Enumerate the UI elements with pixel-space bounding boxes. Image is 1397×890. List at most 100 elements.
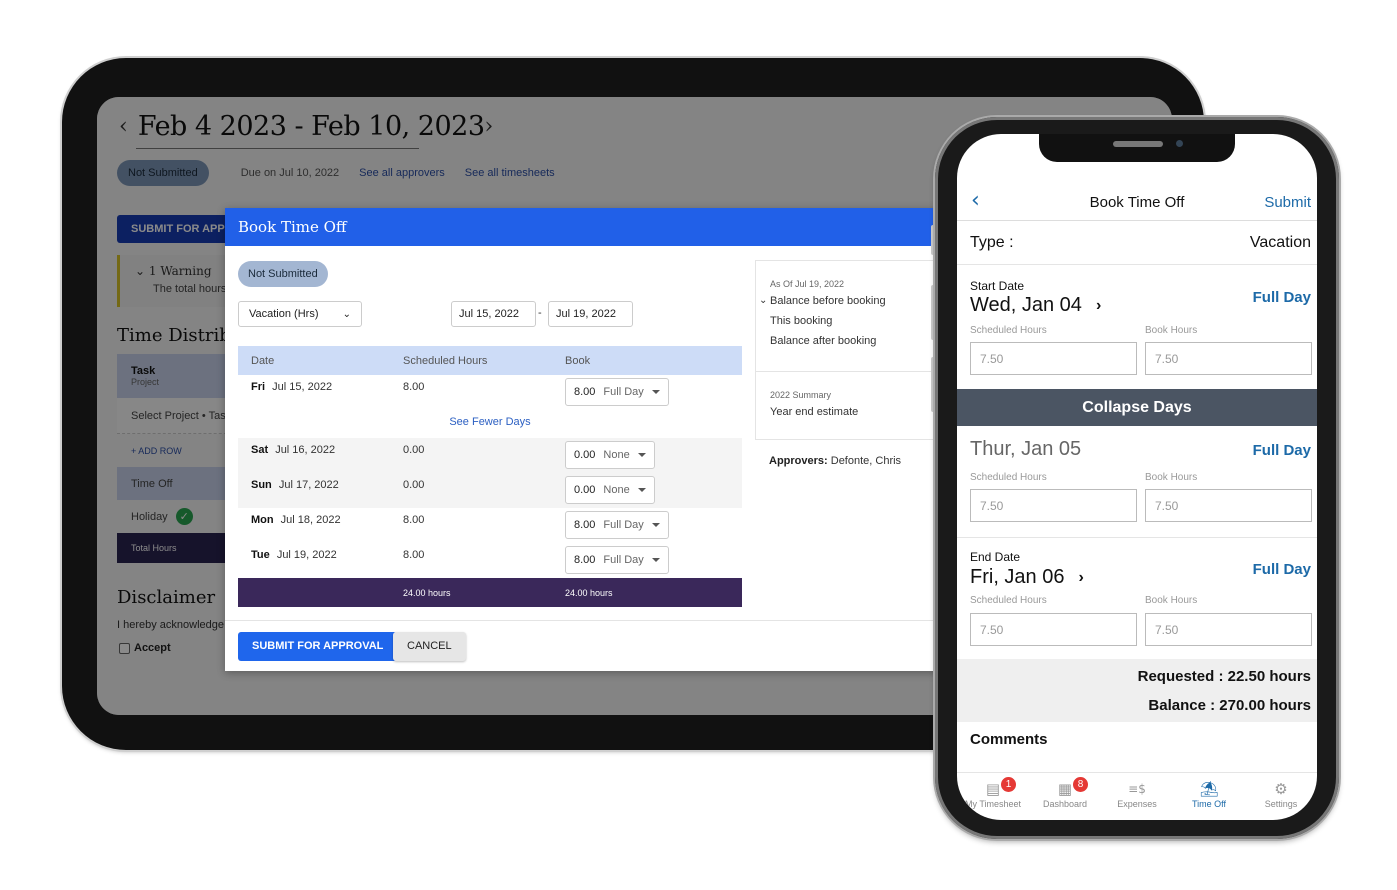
warning-title: 1 Warning (148, 264, 212, 278)
nav-bar: ‹ Book Time Off Submit (957, 176, 1317, 221)
chevron-down-icon: ⌄ (342, 308, 351, 320)
book-hours-input[interactable]: 7.50 (1145, 342, 1312, 375)
screen-title: Book Time Off (1089, 194, 1185, 211)
row-scheduled: 0.00 (403, 444, 425, 456)
cancel-button[interactable]: CANCEL (393, 632, 466, 661)
next-period-icon[interactable]: › (485, 114, 494, 139)
book-hours-dropdown[interactable]: 0.00 None (565, 476, 655, 504)
date-separator: - (538, 307, 542, 319)
see-fewer-days-link[interactable]: See Fewer Days (238, 410, 742, 438)
book-value: 8.00 (574, 386, 596, 398)
disclaimer-text: I hereby acknowledge (117, 619, 225, 631)
status-badge: Not Submitted (117, 160, 209, 186)
type-row[interactable]: Type : Vacation (957, 221, 1317, 265)
year-end-estimate-label: Year end estimate (770, 406, 859, 418)
start-date-input[interactable]: Jul 15, 2022 (451, 301, 536, 327)
scheduled-hours-input[interactable]: 7.50 (970, 342, 1137, 375)
book-time-off-modal: Book Time Off Not Submitted Vacation (Hr… (225, 208, 940, 671)
phone-notch (1039, 134, 1235, 162)
book-hours-dropdown[interactable]: 0.00 None (565, 441, 655, 469)
middle-date-value: Thur, Jan 05 (970, 438, 1082, 460)
settings-icon: ⚙ (1274, 780, 1288, 798)
notification-badge: 8 (1073, 777, 1088, 792)
tab-time-off[interactable]: ⛱ Time Off (1173, 779, 1245, 820)
day-mode-toggle[interactable]: Full Day (1253, 561, 1311, 578)
balance-before-label: Balance before booking (770, 295, 886, 307)
row-date-value: Jul 15, 2022 (272, 381, 333, 393)
tab-settings[interactable]: ⚙ Settings (1245, 779, 1317, 820)
time-distribution-table: Task Project Select Project • Task + ADD… (117, 354, 237, 563)
book-hours-label: Book Hours (1145, 325, 1198, 336)
collapse-days-button[interactable]: Collapse Days (957, 389, 1317, 426)
disclaimer-heading: Disclaimer (117, 587, 216, 608)
book-unit: Full Day (603, 386, 644, 398)
balance-before-toggle[interactable]: ⌄ Balance before booking (759, 295, 940, 307)
scheduled-hours-label: Scheduled Hours (970, 595, 1047, 606)
caret-down-icon (637, 488, 646, 492)
timesheet-icon: ▤ (985, 780, 1001, 798)
row-book-cell: 0.00 None (565, 441, 742, 469)
this-booking-label: This booking (770, 315, 833, 327)
book-value: 8.00 (574, 554, 596, 566)
book-column-header: Book (565, 354, 591, 367)
row-date: Tue Jul 19, 2022 (238, 549, 403, 561)
add-row-button[interactable]: + ADD ROW (117, 434, 237, 467)
checkbox-icon[interactable] (119, 642, 130, 654)
book-hours-input[interactable]: 7.50 (1145, 489, 1312, 522)
start-date-picker[interactable]: Wed, Jan 04 › (970, 294, 1101, 317)
time-off-type-select[interactable]: Vacation (Hrs) ⌄ (238, 301, 362, 327)
day-mode-toggle[interactable]: Full Day (1253, 442, 1311, 459)
row-date: Sat Jul 16, 2022 (238, 444, 403, 456)
scheduled-hours-input[interactable]: 7.50 (970, 489, 1137, 522)
date-column-header: Date (251, 354, 275, 367)
tab-label: Expenses (1117, 799, 1157, 809)
selected-type: Vacation (Hrs) (249, 308, 319, 320)
modal-status-badge: Not Submitted (238, 261, 328, 287)
book-hours-input[interactable]: 7.50 (1145, 613, 1312, 646)
row-date: Fri Jul 15, 2022 (238, 381, 403, 393)
tab-my-timesheet[interactable]: ▤ 1 My Timesheet (957, 777, 1029, 820)
check-circle-icon: ✓ (175, 508, 193, 525)
end-date-picker[interactable]: Fri, Jan 06 › (970, 566, 1084, 589)
book-hours-dropdown[interactable]: 8.00 Full Day (565, 378, 669, 406)
balance-after-label: Balance after booking (770, 335, 877, 347)
scheduled-hours-input[interactable]: 7.50 (970, 613, 1137, 646)
tab-expenses[interactable]: ≡$ Expenses (1101, 779, 1173, 820)
expenses-icon: ≡$ (1128, 782, 1146, 796)
accept-checkbox[interactable]: Accept (119, 642, 171, 654)
tab-dashboard[interactable]: ▦ 8 Dashboard (1029, 777, 1101, 820)
task-header: Task (131, 365, 156, 377)
row-book-cell: 8.00 Full Day (565, 546, 742, 574)
submit-for-approval-button[interactable]: SUBMIT FOR APPROVAL (238, 632, 398, 661)
caret-down-icon (637, 453, 646, 457)
end-date-caption: End Date (970, 550, 1021, 564)
type-value: Vacation (1249, 233, 1311, 251)
book-hours-dropdown[interactable]: 8.00 Full Day (565, 546, 669, 574)
tab-label: Dashboard (1042, 799, 1088, 809)
row-date: Sun Jul 17, 2022 (238, 479, 403, 491)
book-unit: None (603, 484, 630, 496)
prev-period-icon[interactable]: ‹ (119, 114, 128, 139)
timesheet-header: ‹ Feb 4 2023 - Feb 10, 2023 › (119, 111, 493, 142)
caret-down-icon (651, 390, 660, 394)
row-day: Mon (251, 514, 274, 526)
total-scheduled: 24.00 hours (403, 587, 451, 598)
notification-badge: 1 (1001, 777, 1016, 792)
select-project-field[interactable]: Select Project • Task (117, 398, 237, 434)
table-row: Mon Jul 18, 2022 8.00 8.00 Full Day (238, 508, 742, 543)
submit-button[interactable]: Submit (1264, 194, 1311, 211)
requested-hours: Requested : 22.50 hours (1137, 668, 1311, 685)
book-hours-label: Book Hours (1145, 472, 1198, 483)
row-date-value: Jul 19, 2022 (276, 549, 337, 561)
row-day: Fri (251, 381, 266, 393)
day-card-end: End Date Fri, Jan 06 › Full Day Scheduled… (957, 538, 1317, 659)
approvers: Approvers: Defonte, Chris (769, 455, 901, 467)
end-date-input[interactable]: Jul 19, 2022 (548, 301, 633, 327)
see-all-timesheets-link[interactable]: See all timesheets (465, 167, 555, 179)
see-all-approvers-link[interactable]: See all approvers (359, 167, 445, 179)
row-day: Sun (251, 479, 272, 491)
day-mode-toggle[interactable]: Full Day (1253, 289, 1311, 306)
book-value: 8.00 (574, 519, 596, 531)
row-scheduled: 8.00 (403, 549, 425, 561)
book-hours-dropdown[interactable]: 8.00 Full Day (565, 511, 669, 539)
